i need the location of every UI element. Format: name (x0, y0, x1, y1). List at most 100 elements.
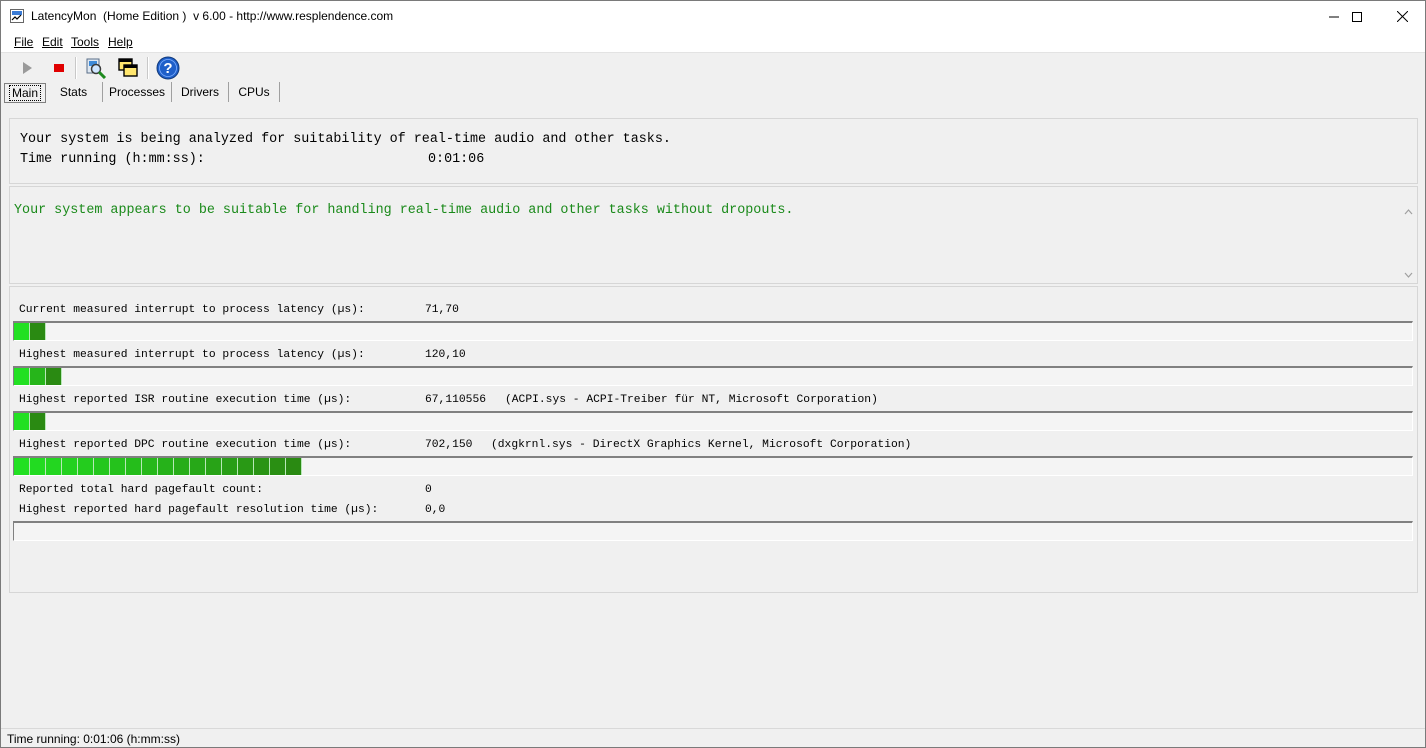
verdict-scrollbar[interactable] (1400, 203, 1417, 283)
windows-button[interactable] (115, 55, 141, 81)
stop-icon (54, 64, 64, 72)
metric-detail: (ACPI.sys - ACPI-Treiber für NT, Microso… (505, 394, 878, 406)
latency-bar (13, 521, 1413, 541)
svg-text:?: ? (163, 60, 172, 77)
bar-segment (46, 368, 62, 385)
menu-edit[interactable]: Edit (42, 35, 63, 49)
latencymon-app-icon (10, 9, 24, 23)
bar-segment (254, 458, 270, 475)
analysis-status-text: Your system is being analyzed for suitab… (20, 132, 671, 147)
bar-segment (222, 458, 238, 475)
magnifier-icon (86, 58, 107, 79)
toolbar-separator (147, 57, 149, 79)
metrics-panel: Current measured interrupt to process la… (9, 286, 1418, 593)
help-icon: ? (156, 56, 180, 80)
bar-segment (158, 458, 174, 475)
bar-segment (14, 413, 30, 430)
bar-segment (14, 458, 30, 475)
menu-edit-label: Edit (42, 35, 63, 49)
bar-segment (78, 458, 94, 475)
title-bar: LatencyMon (Home Edition ) v 6.00 - http… (1, 1, 1425, 32)
tab-stats-label: Stats (59, 85, 88, 99)
time-running-label: Time running (h:mm:ss): (20, 152, 205, 167)
bar-segment (270, 458, 286, 475)
bar-segment (30, 368, 46, 385)
menu-help-label: Help (108, 35, 133, 49)
latency-bar (13, 456, 1413, 476)
tab-main-label: Main (8, 85, 41, 101)
help-button[interactable]: ? (155, 55, 181, 81)
verdict-text: Your system appears to be suitable for h… (14, 203, 794, 218)
metric-value: 702,150 (425, 439, 473, 451)
metric-value: 0,0 (425, 504, 446, 516)
bar-segment (46, 458, 62, 475)
tab-cpus-label: CPUs (238, 85, 270, 99)
bar-segment (238, 458, 254, 475)
bar-segment (30, 458, 46, 475)
latency-bar-fill (14, 458, 302, 475)
bar-segment (174, 458, 190, 475)
latencymon-window: LatencyMon (Home Edition ) v 6.00 - http… (0, 0, 1426, 748)
metric-value: 67,110556 (425, 394, 487, 406)
bar-segment (94, 458, 110, 475)
menu-bar: File Edit Tools Help (1, 32, 1425, 53)
scroll-arrows-icon (1404, 209, 1413, 278)
bar-segment (62, 458, 78, 475)
menu-help[interactable]: Help (108, 35, 133, 49)
menu-tools[interactable]: Tools (71, 35, 99, 49)
close-icon (1396, 11, 1408, 22)
bar-segment (206, 458, 222, 475)
latency-bar-fill (14, 413, 46, 430)
menu-tools-label: Tools (71, 35, 100, 49)
bar-segment (190, 458, 206, 475)
bar-segment (142, 458, 158, 475)
maximize-button[interactable] (1334, 1, 1380, 32)
tab-processes[interactable]: Processes (103, 82, 172, 102)
metric-label: Highest reported hard pagefault resoluti… (19, 504, 379, 516)
close-button[interactable] (1379, 1, 1425, 32)
bar-segment (110, 458, 126, 475)
start-button[interactable] (14, 55, 40, 81)
latency-bar (13, 411, 1413, 431)
menu-file-label: File (14, 35, 34, 49)
latency-bar (13, 321, 1413, 341)
summary-panel: Your system is being analyzed for suitab… (9, 118, 1418, 184)
tab-main[interactable]: Main (4, 83, 46, 103)
status-bar-text: Time running: 0:01:06 (h:mm:ss) (7, 732, 180, 746)
bar-segment (30, 413, 46, 430)
metric-label: Current measured interrupt to process la… (19, 304, 365, 316)
tab-stats[interactable]: Stats (45, 82, 103, 102)
windows-icon (118, 58, 138, 77)
metric-detail: (dxgkrnl.sys - DirectX Graphics Kernel, … (491, 439, 912, 451)
time-running-value: 0:01:06 (428, 152, 485, 167)
play-icon (23, 62, 32, 74)
bar-segment (286, 458, 302, 475)
toolbar: ? (1, 53, 1425, 82)
latency-bar-fill (14, 368, 62, 385)
tab-strip: Main Stats Processes Drivers CPUs (1, 82, 1425, 104)
stop-button[interactable] (46, 55, 72, 81)
bar-segment (14, 323, 30, 340)
bar-segment (126, 458, 142, 475)
metric-value: 0 (425, 484, 432, 496)
toolbar-separator (75, 57, 77, 79)
bar-segment (30, 323, 46, 340)
metric-label: Highest measured interrupt to process la… (19, 349, 365, 361)
tab-processes-label: Processes (108, 85, 166, 99)
menu-file[interactable]: File (14, 35, 33, 49)
metric-label: Highest reported DPC routine execution t… (19, 439, 352, 451)
latency-bar (13, 366, 1413, 386)
analyze-button[interactable] (83, 55, 109, 81)
metric-value: 120,10 (425, 349, 466, 361)
window-title: LatencyMon (Home Edition ) v 6.00 - http… (31, 9, 394, 23)
latency-bar-fill (14, 323, 46, 340)
maximize-icon (1352, 11, 1362, 22)
tab-cpus[interactable]: CPUs (229, 82, 280, 102)
verdict-panel: Your system appears to be suitable for h… (9, 186, 1418, 284)
metric-value: 71,70 (425, 304, 459, 316)
metric-label: Reported total hard pagefault count: (19, 484, 264, 496)
tab-drivers[interactable]: Drivers (172, 82, 229, 102)
tab-drivers-label: Drivers (181, 85, 219, 99)
metric-label: Highest reported ISR routine execution t… (19, 394, 352, 406)
bar-segment (14, 368, 30, 385)
